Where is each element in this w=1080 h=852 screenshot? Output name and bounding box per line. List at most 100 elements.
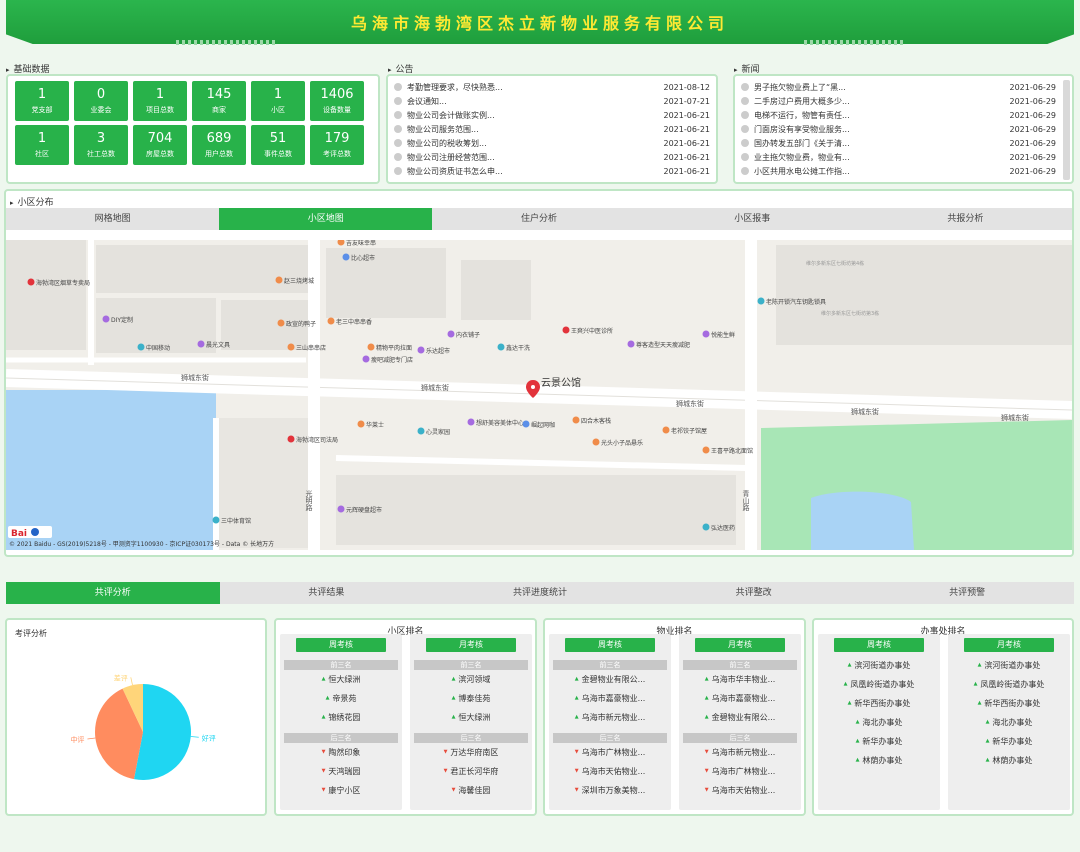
- poi-marker: [702, 523, 710, 531]
- stat-card[interactable]: 0 业委会: [74, 81, 128, 121]
- rank-item[interactable]: 君正长河华府: [410, 762, 532, 781]
- tab-bottom_tabs-3[interactable]: 共评整改: [646, 582, 861, 604]
- news-item[interactable]: 二手房过户费用大概多少... 2021-06-29: [741, 94, 1056, 108]
- rank-item[interactable]: 滨河街道办事处: [948, 656, 1070, 675]
- tab-district-4[interactable]: 共报分析: [858, 208, 1073, 230]
- poi-marker: [447, 330, 455, 338]
- news-item[interactable]: 业主拖欠物业费，物业有... 2021-06-29: [741, 150, 1056, 164]
- basic-data-panel: 1 党支部 0 业委会 1 项目总数 145 商家 1 小区 1406 设备数量 1 社区 3 社工总数 704…: [6, 74, 380, 184]
- rank-item[interactable]: 新华办事处: [948, 732, 1070, 751]
- news-item[interactable]: 男子拖欠物业费上了“黑... 2021-06-29: [741, 80, 1056, 94]
- news-item[interactable]: 国办转发五部门《关于清... 2021-06-29: [741, 136, 1056, 150]
- notice-title: 物业公司服务范围...: [407, 124, 479, 134]
- bullet-icon: [741, 125, 749, 133]
- rank-item[interactable]: 林荫办事处: [818, 751, 940, 770]
- svg-text:Bai: Bai: [11, 529, 27, 539]
- rank-item[interactable]: 海北办事处: [948, 713, 1070, 732]
- tab-district-1[interactable]: 小区地图: [219, 208, 433, 230]
- rank-item[interactable]: 林荫办事处: [948, 751, 1070, 770]
- stat-value: 51: [269, 131, 287, 146]
- tab-bottom_tabs-4[interactable]: 共评预警: [860, 582, 1074, 604]
- rank-item[interactable]: 万达华府南区: [410, 743, 532, 762]
- rank-item[interactable]: 凤凰岭街道办事处: [818, 675, 940, 694]
- rank-item[interactable]: 陶然印象: [280, 743, 402, 762]
- news-item[interactable]: 小区共用水电公摊工作指... 2021-06-29: [741, 164, 1056, 178]
- stat-card[interactable]: 145 商家: [192, 81, 246, 121]
- rank-item[interactable]: 锦绣花园: [280, 708, 402, 727]
- district-tabs: 网格地图 小区地图 住户分析 小区报事 共报分析: [6, 208, 1073, 230]
- news-date: 2021-06-29: [1009, 166, 1057, 176]
- stat-card[interactable]: 1 社区: [15, 125, 69, 165]
- stat-card[interactable]: 1 小区: [251, 81, 305, 121]
- stat-card[interactable]: 704 房屋总数: [133, 125, 187, 165]
- rank-item[interactable]: 金碧物业有限公...: [549, 670, 671, 689]
- rank-item[interactable]: 乌海市新元物业...: [549, 708, 671, 727]
- rank-item[interactable]: 恒大绿洲: [280, 670, 402, 689]
- tab-district-3[interactable]: 小区报事: [645, 208, 859, 230]
- rank-item[interactable]: 海北办事处: [818, 713, 940, 732]
- rank-item[interactable]: 海馨佳园: [410, 781, 532, 800]
- rank-item[interactable]: 天鸿瑞园: [280, 762, 402, 781]
- map-canvas[interactable]: 狮城东街狮城东街狮城东街狮城东街狮城东街光明路 青山路 吉友味幸串比心超市赵三烧烤…: [6, 240, 1072, 550]
- week-check-button[interactable]: 周考核: [834, 638, 924, 652]
- news-item[interactable]: 电梯不运行，物管有责任... 2021-06-29: [741, 108, 1056, 122]
- news-scrollbar[interactable]: [1063, 80, 1070, 180]
- rank-item[interactable]: 博泰佳苑: [410, 689, 532, 708]
- month-check-button[interactable]: 月考核: [695, 638, 785, 652]
- poi-label: 内衣铺子: [456, 331, 480, 339]
- stat-card[interactable]: 179 考评总数: [310, 125, 364, 165]
- stat-card[interactable]: 51 事件总数: [251, 125, 305, 165]
- tab-bottom_tabs-2[interactable]: 共评进度统计: [433, 582, 647, 604]
- rank-item[interactable]: 滨河街道办事处: [818, 656, 940, 675]
- pie-leader: [130, 677, 133, 686]
- rank-item[interactable]: 深圳市万象美物...: [549, 781, 671, 800]
- poi-label: DIY定制: [111, 316, 133, 324]
- tab-district-2[interactable]: 住户分析: [432, 208, 646, 230]
- week-check-button[interactable]: 周考核: [565, 638, 655, 652]
- notice-item[interactable]: 物业公司服务范围... 2021-06-21: [394, 122, 710, 136]
- rank-item[interactable]: 新华西街办事处: [948, 694, 1070, 713]
- rank-item[interactable]: 乌海市天佑物业...: [679, 781, 801, 800]
- tab-district-0[interactable]: 网格地图: [6, 208, 220, 230]
- title-decoration-right: [804, 40, 904, 45]
- rank-item[interactable]: 康宁小区: [280, 781, 402, 800]
- month-rank-column: 月考核前三名滨河领域博泰佳苑恒大绿洲后三名万达华府南区君正长河华府海馨佳园: [410, 634, 532, 810]
- rank-item[interactable]: 乌海市天佑物业...: [549, 762, 671, 781]
- notice-item[interactable]: 会议通知... 2021-07-21: [394, 94, 710, 108]
- stat-card[interactable]: 1 项目总数: [133, 81, 187, 121]
- notice-item[interactable]: 物业公司注册经营范围... 2021-06-21: [394, 150, 710, 164]
- rank-item[interactable]: 乌海市新元物业...: [679, 743, 801, 762]
- poi-label: 想舒美容美体中心: [476, 419, 524, 427]
- week-check-button[interactable]: 周考核: [296, 638, 386, 652]
- notice-item[interactable]: 物业公司会计做账实例... 2021-06-21: [394, 108, 710, 122]
- rank-item[interactable]: 乌海市嘉豪物业...: [549, 689, 671, 708]
- tab-bottom_tabs-1[interactable]: 共评结果: [219, 582, 434, 604]
- rank-item[interactable]: 金碧物业有限公...: [679, 708, 801, 727]
- month-check-button[interactable]: 月考核: [964, 638, 1054, 652]
- rank-item[interactable]: 帝景苑: [280, 689, 402, 708]
- notice-item[interactable]: 考勤管理要求，尽快熟悉... 2021-08-12: [394, 80, 710, 94]
- rank-item[interactable]: 乌海市华丰物业...: [679, 670, 801, 689]
- poi-marker: [277, 319, 285, 327]
- news-date: 2021-06-29: [1009, 110, 1057, 120]
- rank-item[interactable]: 乌海市嘉豪物业...: [679, 689, 801, 708]
- rank-item[interactable]: 乌海市广林物业...: [549, 743, 671, 762]
- notice-item[interactable]: 物业公司资质证书怎么申... 2021-06-21: [394, 164, 710, 178]
- stat-card[interactable]: 1406 设备数量: [310, 81, 364, 121]
- rank-item[interactable]: 新华西街办事处: [818, 694, 940, 713]
- rank-item[interactable]: 凤凰岭街道办事处: [948, 675, 1070, 694]
- month-check-button[interactable]: 月考核: [426, 638, 516, 652]
- stat-card[interactable]: 3 社工总数: [74, 125, 128, 165]
- stat-card[interactable]: 689 用户总数: [192, 125, 246, 165]
- rank-item[interactable]: 恒大绿洲: [410, 708, 532, 727]
- rank-item[interactable]: 新华办事处: [818, 732, 940, 751]
- stat-value: 0: [96, 87, 106, 102]
- stat-value: 1406: [320, 87, 354, 102]
- news-item[interactable]: 门面房没有享受物业服务... 2021-06-29: [741, 122, 1056, 136]
- rank-item[interactable]: 乌海市广林物业...: [679, 762, 801, 781]
- rank-item[interactable]: 滨河领域: [410, 670, 532, 689]
- notice-item[interactable]: 物业公司的税收筹划... 2021-06-21: [394, 136, 710, 150]
- map-view[interactable]: 狮城东街 狮城东街 狮城东街 狮城东街 狮城东街 光明路 青山路 吉友味幸串 比心超市 赵三烧烤…: [6, 240, 1072, 550]
- stat-card[interactable]: 1 党支部: [15, 81, 69, 121]
- tab-bottom_tabs-0[interactable]: 共评分析: [6, 582, 220, 604]
